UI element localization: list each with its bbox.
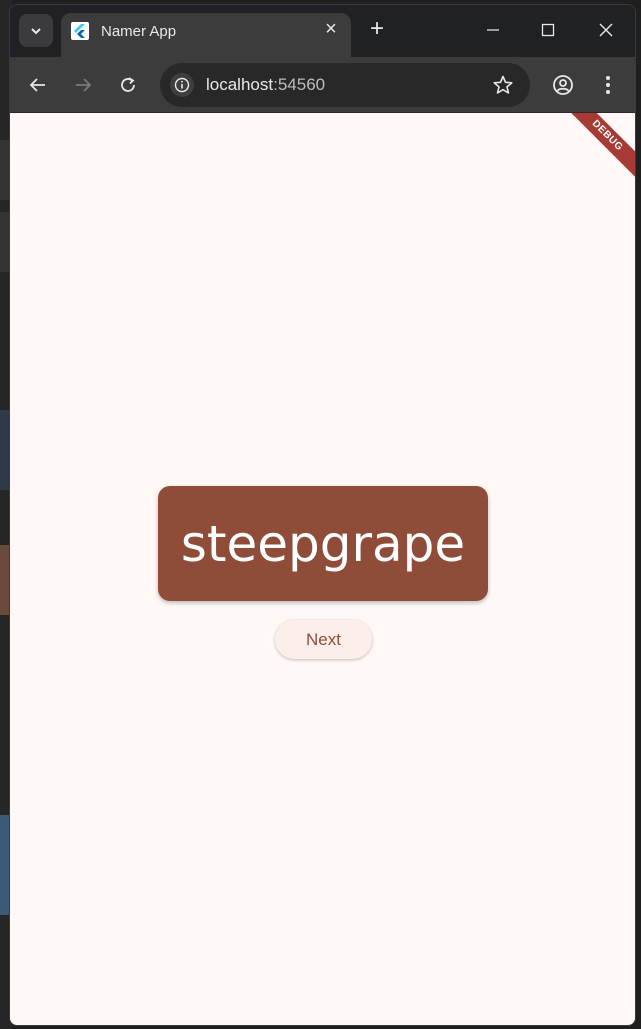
browser-window: Namer App × + localhost:54560 DEBUG stee… <box>9 4 636 1026</box>
account-circle-icon <box>553 75 573 95</box>
chevron-down-icon <box>31 27 41 34</box>
url-port: :54560 <box>273 75 326 94</box>
minimize-button[interactable] <box>473 15 513 45</box>
minimize-icon <box>487 29 499 31</box>
debug-banner: DEBUG <box>558 113 635 185</box>
browser-toolbar: localhost:54560 <box>10 57 635 113</box>
next-button[interactable]: Next <box>275 620 372 659</box>
tab-title: Namer App <box>101 23 177 40</box>
new-tab-button[interactable]: + <box>365 17 389 42</box>
maximize-button[interactable] <box>528 15 568 45</box>
close-window-button[interactable] <box>586 15 626 45</box>
url-host: localhost <box>206 75 274 94</box>
page-content: DEBUG steepgrape Next <box>10 113 635 1025</box>
more-vertical-icon <box>606 76 610 94</box>
tab-search-button[interactable] <box>19 14 53 47</box>
tab-strip: Namer App × + <box>10 5 635 57</box>
address-bar[interactable]: localhost:54560 <box>160 63 530 107</box>
site-info-icon[interactable] <box>170 73 194 97</box>
bookmark-star-icon[interactable] <box>492 74 514 101</box>
forward-button[interactable] <box>67 69 99 101</box>
maximize-icon <box>541 23 555 37</box>
arrow-left-icon <box>29 78 45 92</box>
close-icon <box>599 23 613 37</box>
reload-icon <box>121 77 135 92</box>
url-text: localhost:54560 <box>206 75 325 95</box>
menu-button[interactable] <box>592 69 624 101</box>
tab-close-icon[interactable]: × <box>321 19 341 39</box>
back-button[interactable] <box>22 69 54 101</box>
word-pair-text: steepgrape <box>180 514 466 573</box>
profile-button[interactable] <box>547 69 579 101</box>
reload-button[interactable] <box>112 69 144 101</box>
tab-namer-app[interactable]: Namer App × <box>61 13 351 57</box>
word-pair-card: steepgrape <box>158 486 488 601</box>
arrow-right-icon <box>76 78 92 92</box>
flutter-icon <box>71 22 89 40</box>
